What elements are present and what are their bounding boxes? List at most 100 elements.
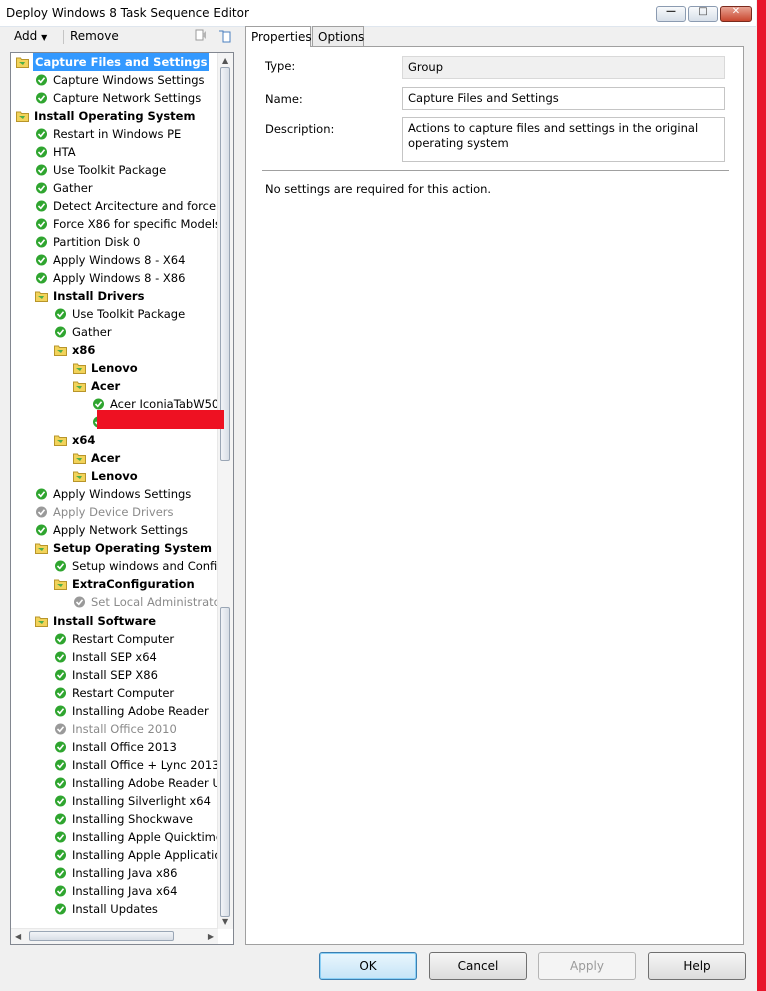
add-menu-button[interactable]: Add ▼ — [14, 29, 47, 43]
tree-item-label: Installing Silverlight x64 — [72, 794, 211, 808]
tree-item-label: Capture Windows Settings — [53, 73, 205, 87]
tab-options[interactable]: Options — [312, 26, 364, 46]
vertical-scrollbar[interactable]: ▲ ▼ — [217, 53, 233, 929]
task-sequence-tree[interactable]: Capture Files and Settings Capture Window… — [10, 52, 234, 945]
tree-item-label: Install SEP X86 — [72, 668, 158, 682]
folder-icon — [54, 579, 67, 590]
move-down-icon[interactable] — [218, 29, 232, 43]
tree-item-label: Force X86 for specific Models — [53, 217, 222, 231]
checkmark-icon — [36, 128, 47, 140]
tree-item-label: Set Local Administrator — [91, 595, 226, 609]
apply-button[interactable]: Apply — [538, 952, 636, 980]
checkmark-icon — [36, 146, 47, 158]
name-field[interactable]: Capture Files and Settings — [402, 87, 725, 110]
folder-icon — [73, 363, 86, 374]
tab-properties[interactable]: Properties — [245, 26, 312, 47]
description-label: Description: — [265, 122, 335, 136]
checkmark-icon — [36, 254, 47, 266]
tree-item-label: Lenovo — [91, 469, 138, 483]
tree-item-label: Capture Files and Settings — [33, 53, 210, 71]
divider — [262, 170, 729, 171]
checkmark-icon — [55, 777, 66, 789]
checkmark-icon — [55, 651, 66, 663]
tree-item-label: x64 — [72, 433, 96, 447]
checkmark-icon — [36, 218, 47, 230]
close-button[interactable]: ✕ — [720, 6, 752, 22]
help-button[interactable]: Help — [648, 952, 746, 980]
folder-icon — [35, 616, 48, 627]
scroll-thumb[interactable] — [220, 67, 230, 461]
description-field[interactable]: Actions to capture files and settings in… — [402, 117, 725, 162]
tree-item-label: x86 — [72, 343, 96, 357]
maximize-icon: □ — [698, 6, 708, 17]
checkmark-icon — [55, 326, 66, 338]
checkmark-icon — [36, 488, 47, 500]
checkmark-icon — [36, 524, 47, 536]
tree-item-label: Use Toolkit Package — [72, 307, 186, 321]
checkmark-icon — [93, 398, 104, 410]
checkmark-icon — [55, 705, 66, 717]
window-title: Deploy Windows 8 Task Sequence Editor — [6, 6, 249, 20]
checkmark-icon — [36, 164, 47, 176]
maximize-button[interactable]: □ — [688, 6, 718, 22]
cancel-button[interactable]: Cancel — [429, 952, 527, 980]
tree-item-label: Apply Device Drivers — [53, 505, 174, 519]
tree-item-label: Install Office + Lync 2013 — [72, 758, 220, 772]
ok-button[interactable]: OK — [319, 952, 417, 980]
tree-item-label: HTA — [53, 145, 76, 159]
tree-item-label: Installing Apple Quicktime — [72, 830, 223, 844]
tree-item-label: Apply Windows Settings — [53, 487, 192, 501]
folder-icon — [54, 345, 67, 356]
tree-item-label: Installing Apple Applicatior — [72, 848, 227, 862]
tree-item-label: Installing Shockwave — [72, 812, 193, 826]
move-up-icon[interactable] — [194, 29, 208, 43]
title-bar: Deploy Windows 8 Task Sequence Editor — … — [0, 0, 756, 27]
toolbar-separator — [63, 30, 64, 44]
checkmark-icon — [55, 795, 66, 807]
tree-item-label: Install Operating System — [34, 109, 196, 123]
tree-item-label: Install Office 2010 — [72, 722, 177, 736]
tree-item-label: Install Software — [53, 614, 156, 628]
scroll-thumb-lower[interactable] — [220, 607, 230, 917]
tree-item-label: Setup Operating System — [53, 541, 213, 555]
tree-item-label: Restart Computer — [72, 632, 175, 646]
tree-item-label: Install Updates — [72, 902, 158, 916]
tree-item-label: Restart in Windows PE — [53, 127, 182, 141]
hscroll-thumb[interactable] — [29, 931, 174, 941]
horizontal-scrollbar[interactable]: ◀ ▶ — [11, 928, 218, 944]
checkmark-icon — [55, 867, 66, 879]
scroll-up-icon[interactable]: ▲ — [222, 56, 228, 65]
checkmark-icon — [55, 633, 66, 645]
tree-item-label: Install SEP x64 — [72, 650, 157, 664]
tree-item-label: Apply Windows 8 - X64 — [53, 253, 186, 267]
folder-icon — [73, 471, 86, 482]
checkmark-icon — [55, 903, 66, 915]
name-label: Name: — [265, 92, 303, 106]
scroll-left-icon[interactable]: ◀ — [15, 932, 21, 941]
tree-item-label: Installing Adobe Reader — [72, 704, 209, 718]
toolbar: Add ▼ Remove — [8, 27, 240, 45]
checkmark-icon — [55, 759, 66, 771]
add-label: Add — [14, 29, 38, 43]
tree-item-label: Detect Arcitecture and force x8 — [53, 199, 234, 213]
checkmark-icon — [55, 813, 66, 825]
tree-item-label: ExtraConfiguration — [72, 577, 195, 591]
tree-item-label: Acer — [91, 379, 121, 393]
close-icon: ✕ — [731, 6, 741, 17]
folder-icon — [73, 381, 86, 392]
tree-item-label: Setup windows and Configl — [72, 559, 228, 573]
scroll-right-icon[interactable]: ▶ — [208, 932, 214, 941]
type-label: Type: — [265, 59, 296, 73]
minimize-button[interactable]: — — [656, 6, 686, 22]
tree-item-label: Installing Java x64 — [72, 884, 178, 898]
remove-button[interactable]: Remove — [70, 29, 119, 43]
tree-item-label: Apply Network Settings — [53, 523, 188, 537]
checkmark-icon — [36, 74, 47, 86]
folder-icon — [16, 111, 29, 122]
checkmark-icon — [36, 182, 47, 194]
tree-item-label: Apply Windows 8 - X86 — [53, 271, 186, 285]
tree-item-label: Capture Network Settings — [53, 91, 202, 105]
checkmark-icon — [55, 560, 66, 572]
scroll-down-icon[interactable]: ▼ — [222, 917, 228, 926]
minimize-icon: — — [666, 6, 676, 17]
